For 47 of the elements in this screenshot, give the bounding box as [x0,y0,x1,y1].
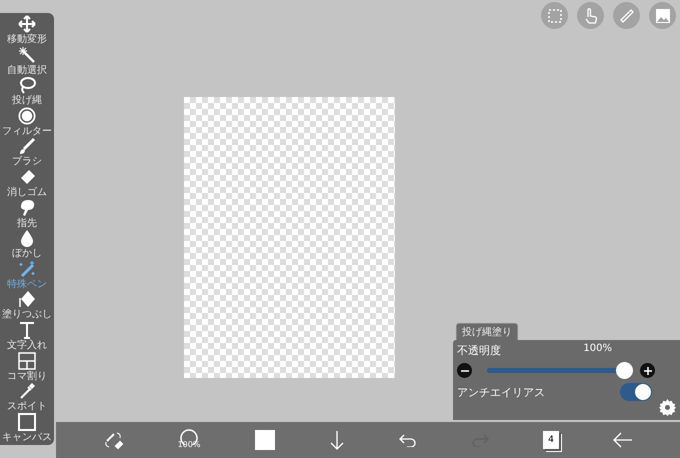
tool-button[interactable]: コマ割り [0,352,54,382]
tool-button[interactable]: キャンバス [0,412,54,443]
opacity-value: 100% [583,343,612,356]
tool-button[interactable]: 移動変形 [0,15,54,45]
back-arrow-button[interactable] [613,432,633,448]
undo-button[interactable] [399,433,417,447]
brush-icon [18,137,36,156]
tool-button[interactable]: 自動選択 [0,46,54,76]
antialias-toggle[interactable] [620,383,652,401]
tool-button[interactable]: 文字入れ [0,321,54,352]
tool-button[interactable]: フィルター [0,106,54,137]
eyedropper-icon [18,382,36,400]
image-icon [654,8,670,24]
tool-button[interactable]: 消しゴム [0,168,54,198]
settings-icon[interactable] [659,399,676,416]
tool-button[interactable]: ぼかし [0,229,54,260]
sparkle-pen-icon [18,260,36,278]
paint-bucket-icon [18,290,36,308]
square-frame-icon [18,412,36,431]
finger-icon [18,198,36,217]
panel-tab[interactable]: 投げ縄塗り [456,323,518,340]
opacity-slider[interactable] [487,362,633,379]
slider-thumb[interactable] [616,362,633,379]
magic-wand-icon [18,46,36,64]
antialias-label: アンチエイリアス [457,384,545,400]
decrease-button[interactable] [457,363,472,378]
tool-button[interactable]: 特殊ペン [0,260,54,290]
download-arrow-button[interactable] [329,430,345,450]
tool-button[interactable]: 投げ縄 [0,76,54,106]
tool-button[interactable]: 指先 [0,198,54,229]
brush-eraser-swap-button[interactable] [103,430,123,450]
pointing-hand-icon [584,8,598,24]
increase-button[interactable] [640,363,655,378]
opacity-label: 不透明度 [457,343,501,358]
tool-button[interactable]: スポイト [0,382,54,412]
tool-button[interactable]: 塗りつぶし [0,290,54,320]
panel-grid-icon [18,352,36,370]
lasso-icon [18,76,36,94]
color-swatch-button[interactable] [255,430,275,450]
tool-button[interactable]: ブラシ [0,137,54,168]
ruler-icon [618,8,634,24]
dashed-square-icon [548,8,562,22]
letter-t-icon [18,321,36,340]
layers-button[interactable]: 4 [543,431,559,449]
plus-icon [644,366,652,374]
move-arrows-icon [18,15,36,33]
water-drop-icon [18,229,36,248]
